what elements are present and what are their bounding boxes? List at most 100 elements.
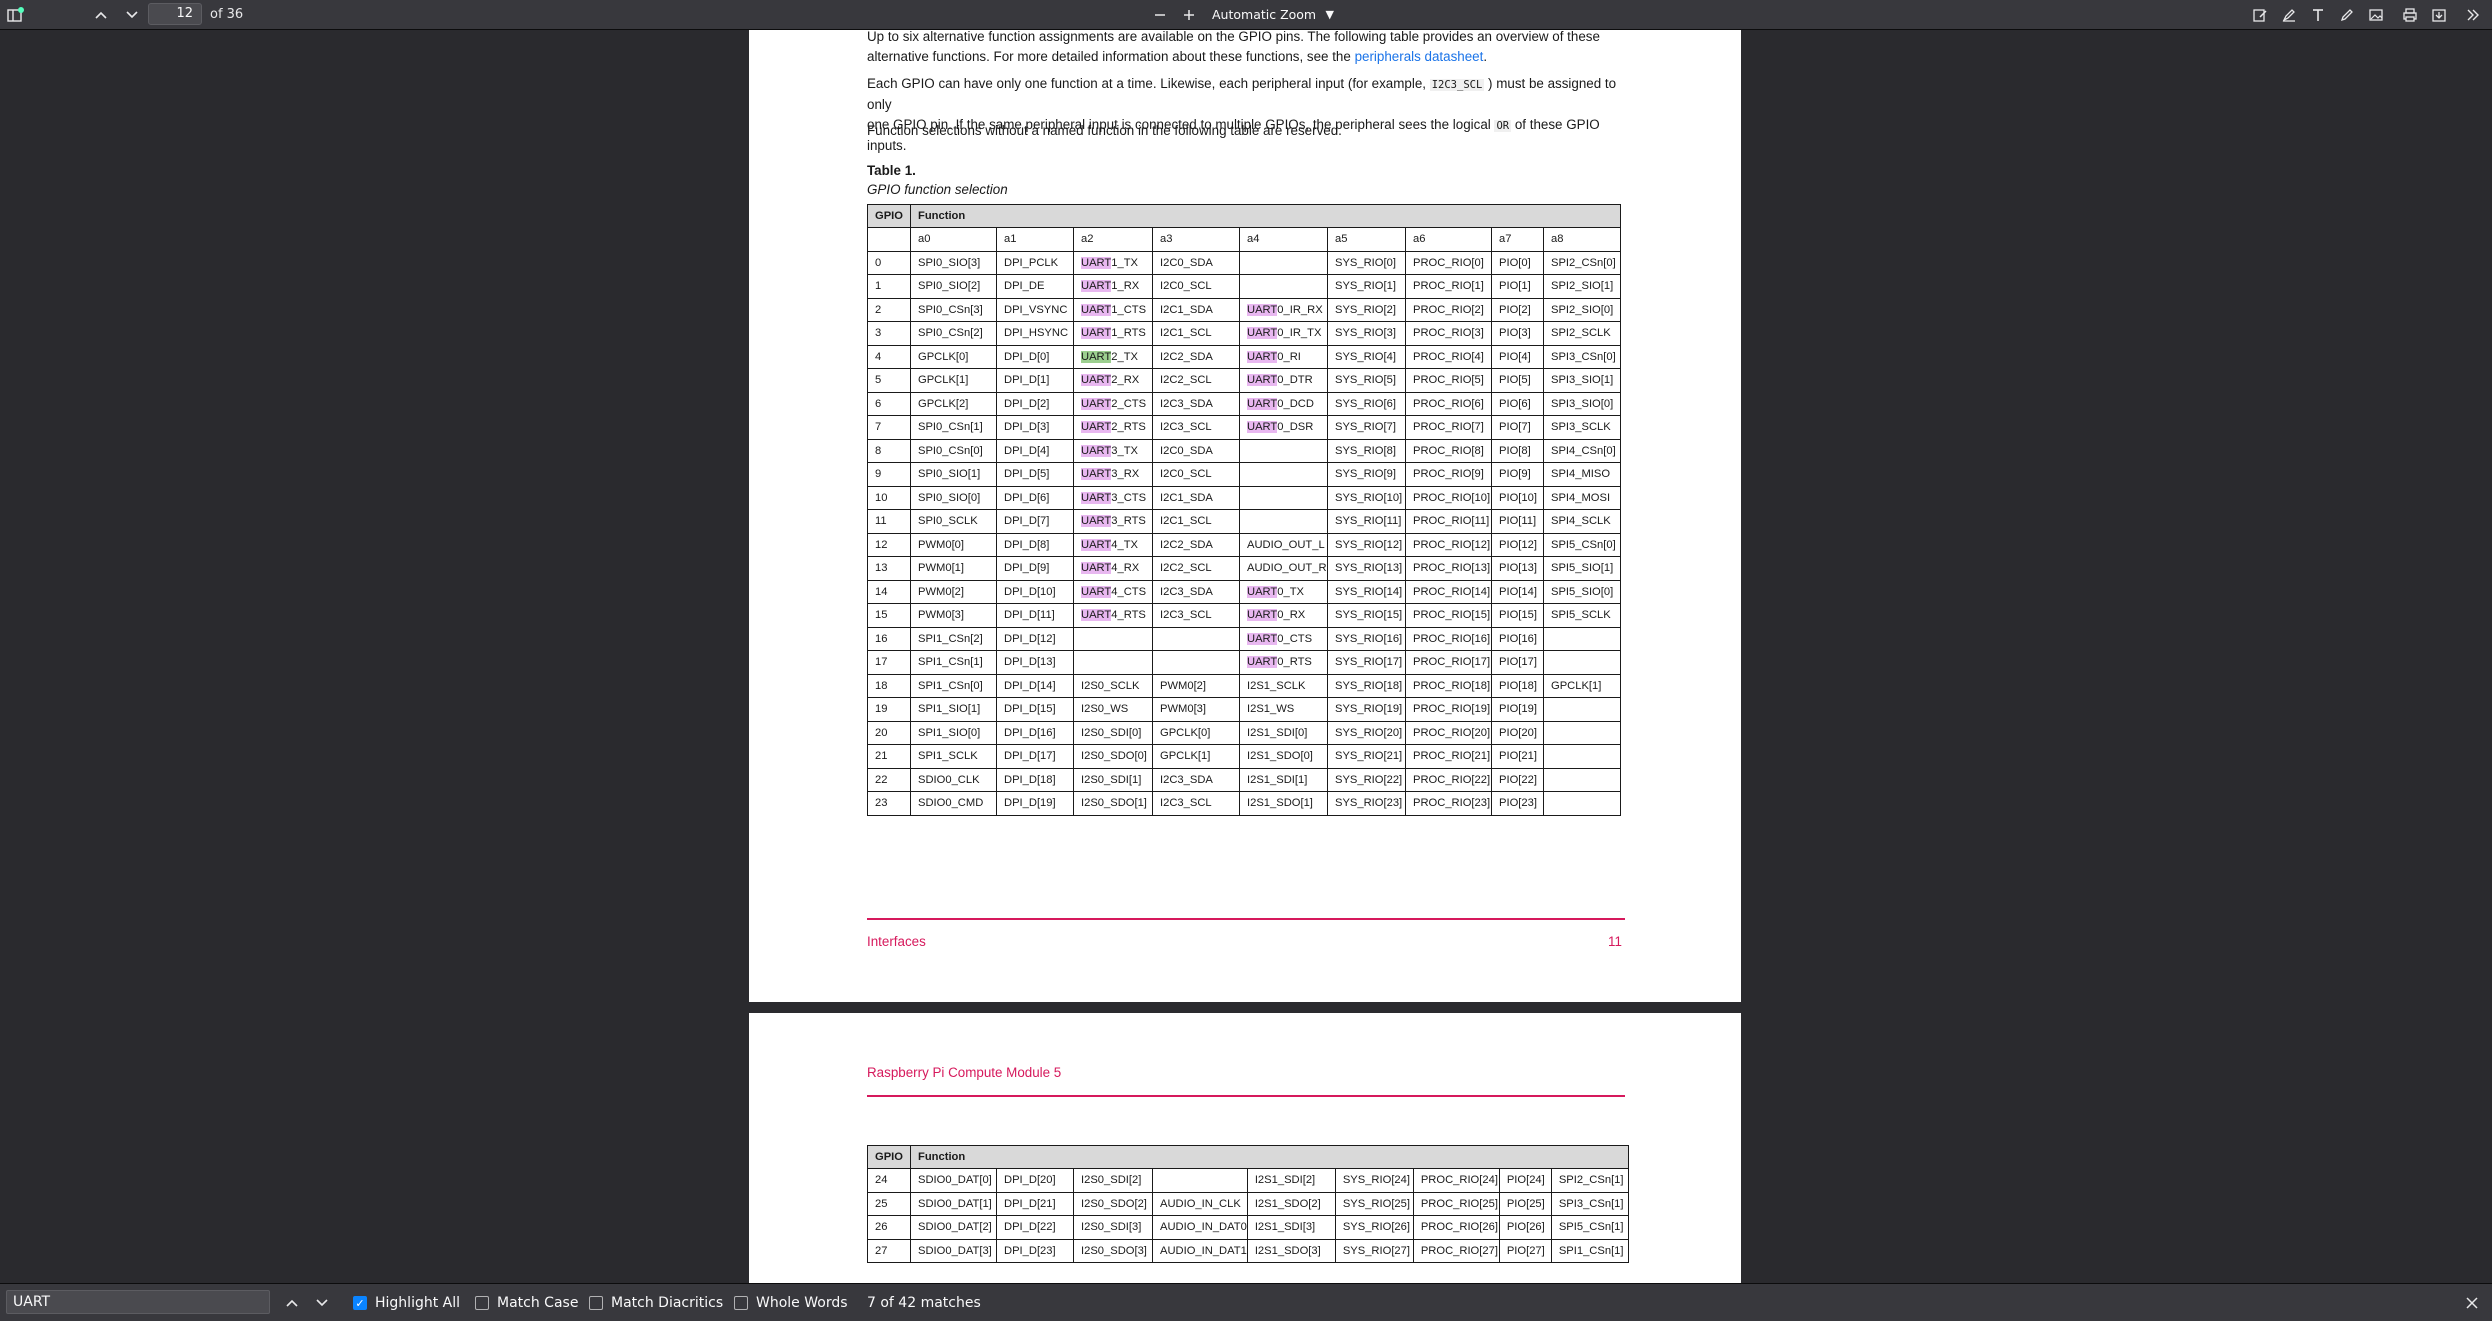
- gpio-number-cell: 0: [867, 250, 911, 275]
- inline-code: I2C3_SCL: [1429, 79, 1485, 91]
- highlight-all-option[interactable]: ✓ Highlight All: [353, 1293, 460, 1313]
- gpio-number-cell: 18: [867, 673, 911, 698]
- paragraph-text: alternative functions. For more detailed…: [867, 49, 1355, 64]
- find-previous-icon[interactable]: [280, 1291, 304, 1315]
- function-cell: [1152, 650, 1240, 675]
- text-icon[interactable]: [2306, 3, 2330, 27]
- function-cell: PWM0[3]: [1152, 697, 1240, 722]
- function-cell: PIO[20]: [1491, 720, 1544, 745]
- function-cell: SYS_RIO[13]: [1327, 556, 1406, 581]
- function-cell: I2C3_SCL: [1152, 791, 1240, 816]
- function-cell: PWM0[1]: [910, 556, 997, 581]
- gpio-number-cell: 16: [867, 626, 911, 651]
- previous-page-icon[interactable]: [89, 3, 113, 27]
- table-row: 20 SPI1_SIO[0] DPI_D[16] I2S0_SDI[0] GPCLK[0…: [867, 720, 1621, 745]
- function-cell: [1239, 462, 1328, 487]
- zoom-select[interactable]: Automatic Zoom ▼: [1204, 3, 1342, 26]
- draw-icon[interactable]: [2335, 3, 2359, 27]
- function-cell: DPI_D[14]: [996, 673, 1074, 698]
- sidebar-toggle-icon[interactable]: [4, 3, 28, 27]
- highlight-icon[interactable]: [2277, 3, 2301, 27]
- image-icon[interactable]: [2364, 3, 2388, 27]
- table-row: 3 SPI0_CSn[2] DPI_HSYNC UART1_RTS I2C1_SCL UA…: [867, 321, 1621, 346]
- gpio-number-cell: 26: [867, 1215, 911, 1240]
- checkbox-icon[interactable]: [589, 1296, 603, 1310]
- function-cell: GPCLK[0]: [910, 344, 997, 369]
- table-row: 16 SPI1_CSn[2] DPI_D[12] UART0_CTS SYS_RIO[1…: [867, 626, 1621, 651]
- alt-function-header: a6: [1405, 227, 1492, 252]
- save-icon[interactable]: [2427, 3, 2451, 27]
- table-row: 15 PWM0[3] DPI_D[11] UART4_RTS I2C3_SCL UART0…: [867, 603, 1621, 628]
- function-cell: PIO[10]: [1491, 485, 1544, 510]
- function-cell: UART0_RTS: [1239, 650, 1328, 675]
- search-match-highlight: UART: [1081, 562, 1112, 575]
- search-match-highlight: UART: [1081, 397, 1112, 410]
- function-cell: PIO[25]: [1498, 1191, 1552, 1216]
- function-cell: I2S1_WS: [1239, 697, 1328, 722]
- whole-words-option[interactable]: Whole Words: [734, 1293, 848, 1313]
- gpio-number-cell: 7: [867, 415, 911, 440]
- annotate-icon[interactable]: [2248, 3, 2272, 27]
- function-cell: PROC_RIO[1]: [1405, 274, 1492, 299]
- search-match-highlight: UART: [1081, 256, 1112, 269]
- function-cell: PIO[18]: [1491, 673, 1544, 698]
- print-icon[interactable]: [2398, 3, 2422, 27]
- alt-function-header: a8: [1543, 227, 1621, 252]
- checkbox-icon[interactable]: [734, 1296, 748, 1310]
- function-cell: I2C0_SCL: [1152, 462, 1240, 487]
- function-cell: PIO[9]: [1491, 462, 1544, 487]
- zoom-in-icon[interactable]: [1177, 3, 1201, 27]
- function-cell: GPCLK[0]: [1152, 720, 1240, 745]
- function-cell: I2C1_SCL: [1152, 321, 1240, 346]
- function-cell: I2S0_SDO[1]: [1073, 791, 1153, 816]
- header-rule: [867, 1095, 1625, 1097]
- page-count-label: of 36: [210, 7, 244, 22]
- search-match-highlight: UART: [1081, 327, 1112, 340]
- function-cell: PROC_RIO[0]: [1405, 250, 1492, 275]
- gpio-number-cell: 6: [867, 391, 911, 416]
- table-row: 5 GPCLK[1] DPI_D[1] UART2_RX I2C2_SCL UART0_D…: [867, 368, 1621, 393]
- next-page-icon[interactable]: [120, 3, 144, 27]
- search-match-highlight: UART: [1247, 327, 1278, 340]
- search-match-highlight: UART: [1081, 491, 1112, 504]
- chevron-down-icon: ▼: [1325, 8, 1334, 21]
- table-row: 12 PWM0[0] DPI_D[8] UART4_TX I2C2_SDA AUDIO_O…: [867, 532, 1621, 557]
- match-case-option[interactable]: Match Case: [475, 1293, 578, 1313]
- gpio-number-cell: 27: [867, 1238, 911, 1263]
- function-cell: [1543, 650, 1621, 675]
- function-cell: PROC_RIO[10]: [1405, 485, 1492, 510]
- table-header-row: GPIO Function: [867, 204, 1621, 228]
- peripherals-datasheet-link[interactable]: peripherals datasheet: [1355, 49, 1484, 64]
- function-cell: UART1_RX: [1073, 274, 1153, 299]
- function-cell: SDIO0_DAT[0]: [910, 1168, 997, 1193]
- checkbox-icon[interactable]: [475, 1296, 489, 1310]
- tools-menu-icon[interactable]: [2461, 3, 2485, 27]
- function-cell: DPI_D[5]: [996, 462, 1074, 487]
- search-match-highlight: UART: [1247, 397, 1278, 410]
- function-cell: SPI2_SIO[0]: [1543, 297, 1621, 322]
- function-cell: SPI5_CSn[1]: [1550, 1215, 1629, 1240]
- function-cell: I2C3_SCL: [1152, 603, 1240, 628]
- table-row: 26 SDIO0_DAT[2] DPI_D[22] I2S0_SDI[3] AUDIO_…: [867, 1215, 1629, 1240]
- function-cell: [1543, 720, 1621, 745]
- function-cell: AUDIO_IN_CLK: [1152, 1191, 1248, 1216]
- close-icon[interactable]: [2460, 1291, 2484, 1315]
- function-cell: UART4_TX: [1073, 532, 1153, 557]
- function-cell: UART0_TX: [1239, 579, 1328, 604]
- function-cell: SYS_RIO[9]: [1327, 462, 1406, 487]
- checkbox-checked-icon[interactable]: ✓: [353, 1296, 367, 1310]
- function-cell: PWM0[2]: [1152, 673, 1240, 698]
- function-cell: SPI2_CSn[1]: [1550, 1168, 1629, 1193]
- function-cell: SDIO0_DAT[2]: [910, 1215, 997, 1240]
- match-diacritics-option[interactable]: Match Diacritics: [589, 1293, 723, 1313]
- find-next-icon[interactable]: [310, 1291, 334, 1315]
- find-input[interactable]: UART: [6, 1290, 270, 1314]
- function-cell: PIO[19]: [1491, 697, 1544, 722]
- function-cell: PROC_RIO[19]: [1405, 697, 1492, 722]
- function-cell: DPI_D[23]: [996, 1238, 1074, 1263]
- page-number-input[interactable]: 12: [148, 3, 202, 25]
- function-cell: UART4_CTS: [1073, 579, 1153, 604]
- zoom-out-icon[interactable]: [1148, 3, 1172, 27]
- function-cell: SPI3_CSn[0]: [1543, 344, 1621, 369]
- function-cell: GPCLK[1]: [1152, 744, 1240, 769]
